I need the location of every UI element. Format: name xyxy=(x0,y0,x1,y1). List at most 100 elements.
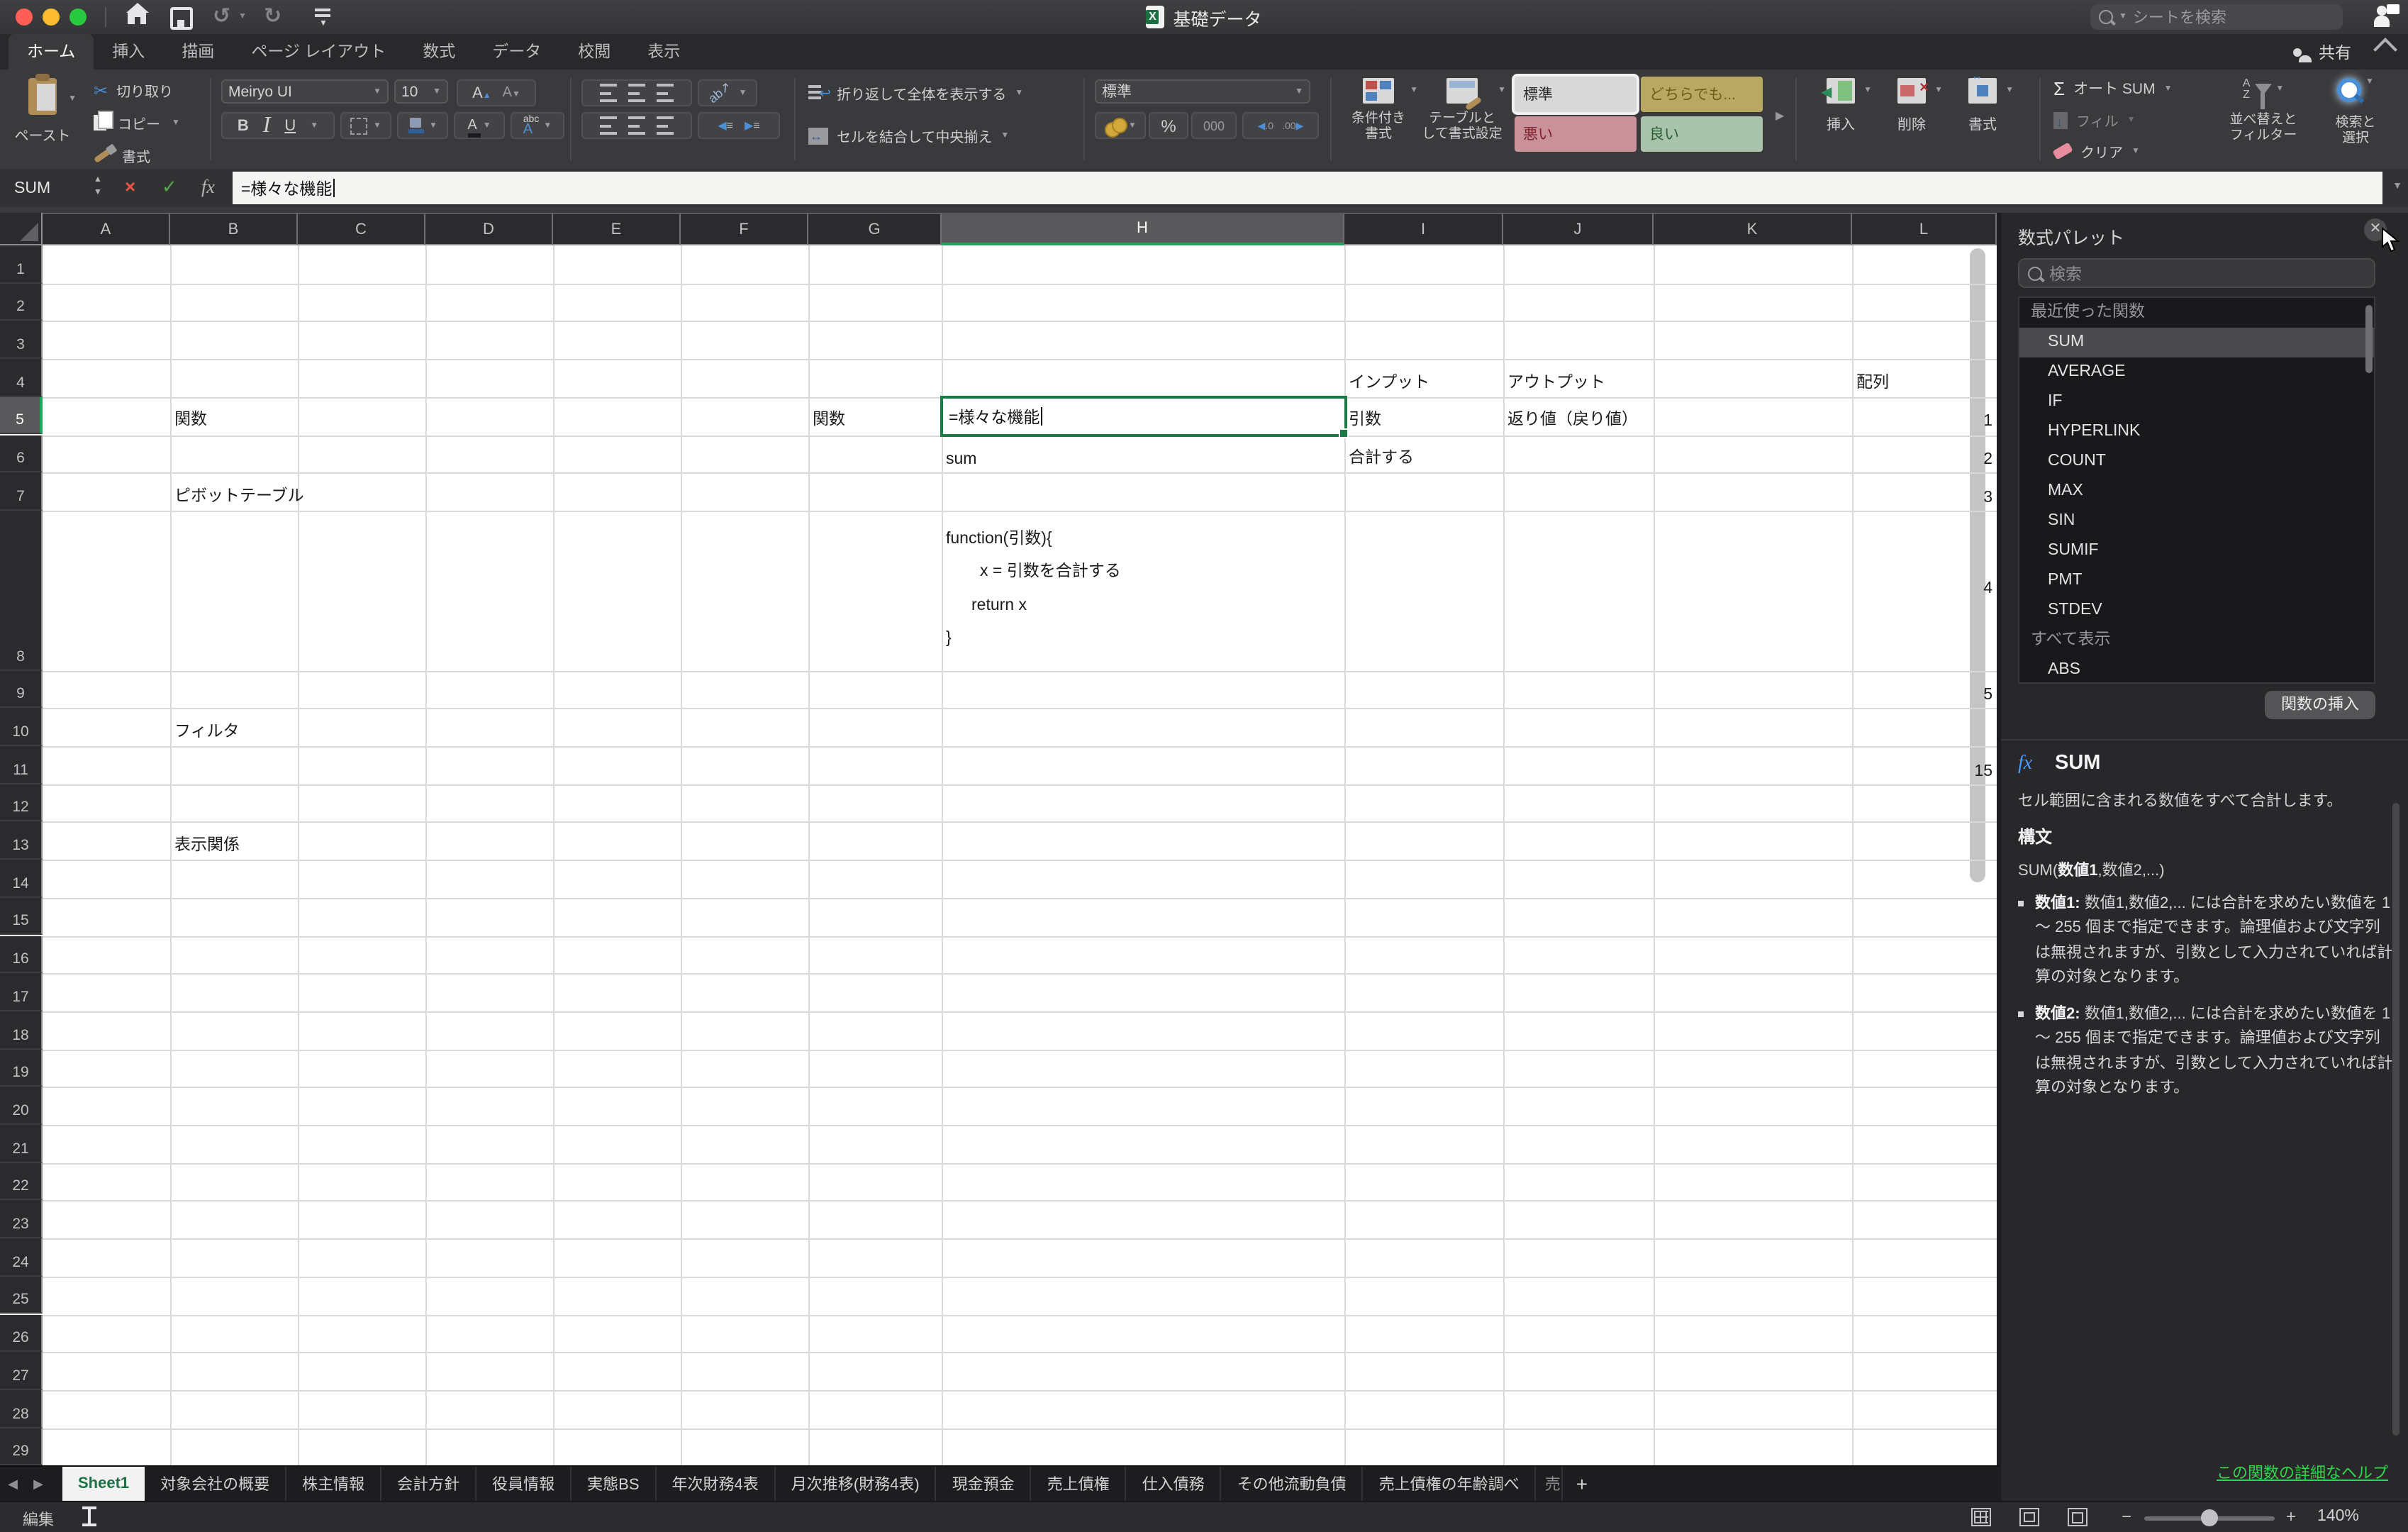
redo-icon[interactable]: ↻ xyxy=(264,3,282,28)
cell-L5[interactable]: 1 xyxy=(1852,397,1997,435)
percent-button[interactable]: % xyxy=(1149,112,1188,139)
confirm-entry-icon[interactable]: ✓ xyxy=(162,176,177,199)
cell-H8-code[interactable]: function(引数){x = 引数を合計する return x} xyxy=(946,511,1349,670)
cell-style-悪い[interactable]: 悪い xyxy=(1515,116,1637,152)
function-item-MAX[interactable]: MAX xyxy=(2019,477,2374,506)
function-item-SUMIF[interactable]: SUMIF xyxy=(2019,536,2374,566)
page-layout-view-button[interactable] xyxy=(2019,1508,2039,1526)
row-header-29[interactable]: 29 xyxy=(0,1428,43,1466)
column-header-A[interactable]: A xyxy=(43,213,170,245)
row-header-4[interactable]: 4 xyxy=(0,359,43,397)
row-header-14[interactable]: 14 xyxy=(0,860,43,898)
list-scrollbar[interactable] xyxy=(2365,305,2373,373)
font-size-select[interactable]: 10 ▼ xyxy=(394,79,448,104)
align-center-icon[interactable] xyxy=(628,116,645,135)
name-box[interactable]: SUM xyxy=(0,169,88,207)
search-input[interactable]: ▼ シートを検索 xyxy=(2090,4,2343,30)
zoom-in-icon[interactable]: + xyxy=(2286,1506,2296,1526)
styles-more-icon[interactable]: ▶ xyxy=(1776,109,1784,122)
align-bottom-icon[interactable] xyxy=(657,84,674,102)
row-header-27[interactable]: 27 xyxy=(0,1352,43,1390)
formula-bar-expand-icon[interactable]: ▼ xyxy=(2392,182,2402,192)
cell-I5[interactable]: 引数 xyxy=(1344,397,1503,435)
column-header-I[interactable]: I xyxy=(1344,213,1503,245)
insert-function-button[interactable]: 関数の挿入 xyxy=(2265,691,2375,719)
italic-button[interactable]: I xyxy=(263,113,271,138)
column-header-E[interactable]: E xyxy=(553,213,681,245)
page-break-view-button[interactable] xyxy=(2068,1508,2088,1526)
minimize-window-button[interactable] xyxy=(43,9,60,26)
paste-button[interactable]: ▼ ペースト xyxy=(14,74,77,145)
row-header-7[interactable]: 7 xyxy=(0,472,43,511)
orientation-button[interactable]: ab↗ ▼ xyxy=(698,79,757,106)
cell-L8[interactable]: 4 xyxy=(1852,511,1997,670)
decrease-decimal-icon[interactable]: ◀.0 xyxy=(1258,120,1273,131)
sheet-tab-月次推移(財務4表)[interactable]: 月次推移(財務4表) xyxy=(776,1467,937,1501)
function-help-link[interactable]: この関数の詳細なヘルプ xyxy=(2217,1461,2388,1484)
function-item-AVERAGE[interactable]: AVERAGE xyxy=(2019,357,2374,387)
column-header-C[interactable]: C xyxy=(298,213,425,245)
active-cell-editor[interactable]: =様々な機能 xyxy=(940,395,1349,439)
fill-handle[interactable] xyxy=(1339,428,1349,439)
column-header-H[interactable]: H xyxy=(942,213,1344,245)
row-header-9[interactable]: 9 xyxy=(0,670,43,709)
cell-J4[interactable]: アウトプット xyxy=(1503,359,1654,396)
row-header-8[interactable]: 8 xyxy=(0,510,43,671)
cell-B5[interactable]: 関数 xyxy=(170,397,298,435)
row-header-21[interactable]: 21 xyxy=(0,1125,43,1163)
close-window-button[interactable] xyxy=(16,9,33,26)
ribbon-tab-校閲[interactable]: 校閲 xyxy=(559,34,629,70)
cell-H6[interactable]: sum xyxy=(942,435,1344,472)
wrap-text-button[interactable]: ↩ 折り返して全体を表示する ▼ xyxy=(808,82,1023,104)
font-color-button[interactable]: A ▼ xyxy=(454,112,505,139)
align-left-icon[interactable] xyxy=(600,116,617,135)
increase-indent-icon[interactable]: ▶≡ xyxy=(745,119,760,132)
function-search-input[interactable]: 検索 xyxy=(2018,258,2375,288)
function-item-COUNT[interactable]: COUNT xyxy=(2019,447,2374,477)
clear-button[interactable]: クリア ▼ xyxy=(2052,140,2140,162)
cell-L7[interactable]: 3 xyxy=(1852,472,1997,510)
horizontal-align-group[interactable] xyxy=(581,112,692,139)
tab-scroll-left-icon[interactable]: ◀ xyxy=(0,1467,26,1501)
row-header-25[interactable]: 25 xyxy=(0,1276,43,1314)
cell-style-どちらでも...[interactable]: どちらでも... xyxy=(1641,77,1763,112)
font-size-grow-shrink[interactable]: A▲ A▼ xyxy=(457,79,536,106)
function-item-SIN[interactable]: SIN xyxy=(2019,506,2374,536)
zoom-window-button[interactable] xyxy=(69,9,87,26)
row-header-26[interactable]: 26 xyxy=(0,1314,43,1353)
column-header-F[interactable]: F xyxy=(681,213,808,245)
conditional-formatting-button[interactable]: ▼ 条件付き 書式 xyxy=(1342,78,1418,142)
cell-B13[interactable]: 表示関係 xyxy=(170,822,298,860)
increase-decimal-icon[interactable]: .00▶ xyxy=(1282,120,1303,131)
sheet-tab-仕入債務[interactable]: 仕入債務 xyxy=(1127,1467,1222,1501)
row-header-13[interactable]: 13 xyxy=(0,821,43,860)
sheet-tab-Sheet1[interactable]: Sheet1 xyxy=(62,1467,145,1501)
insert-function-icon[interactable]: fx xyxy=(201,176,215,199)
home-icon[interactable] xyxy=(126,3,149,24)
ribbon-tab-数式[interactable]: 数式 xyxy=(404,34,474,70)
cut-button[interactable]: ✂ 切り取り xyxy=(94,79,173,101)
cell-B7[interactable]: ピボットテーブル xyxy=(170,472,304,510)
row-header-20[interactable]: 20 xyxy=(0,1087,43,1125)
row-header-3[interactable]: 3 xyxy=(0,321,43,360)
function-item-ABS[interactable]: ABS xyxy=(2019,655,2374,682)
cell-L11[interactable]: 15 xyxy=(1852,746,1997,784)
share-button[interactable]: 共有 xyxy=(2293,34,2351,70)
row-header-28[interactable]: 28 xyxy=(0,1389,43,1428)
undo-dropdown-icon[interactable]: ▼ xyxy=(238,13,247,21)
panel-scrollbar[interactable] xyxy=(2392,803,2399,1436)
column-header-K[interactable]: K xyxy=(1654,213,1852,245)
column-header-D[interactable]: D xyxy=(425,213,553,245)
cell-L4[interactable]: 配列 xyxy=(1852,359,1997,396)
select-all-button[interactable] xyxy=(0,213,43,245)
autosum-button[interactable]: Σ オート SUM ▼ xyxy=(2053,78,2173,99)
format-as-table-button[interactable]: ▼ テーブルと して書式設定 xyxy=(1421,78,1506,142)
row-header-18[interactable]: 18 xyxy=(0,1011,43,1050)
font-name-select[interactable]: Meiryo UI ▼ xyxy=(221,79,389,104)
currency-button[interactable]: ▼ xyxy=(1095,112,1146,139)
zoom-out-icon[interactable]: − xyxy=(2122,1506,2131,1526)
function-item-HYPERLINK[interactable]: HYPERLINK xyxy=(2019,417,2374,447)
row-header-10[interactable]: 10 xyxy=(0,708,43,746)
format-painter-button[interactable]: 書式 xyxy=(93,145,150,166)
sheet-tab-売上債権[interactable]: 売上債権 xyxy=(1032,1467,1127,1501)
